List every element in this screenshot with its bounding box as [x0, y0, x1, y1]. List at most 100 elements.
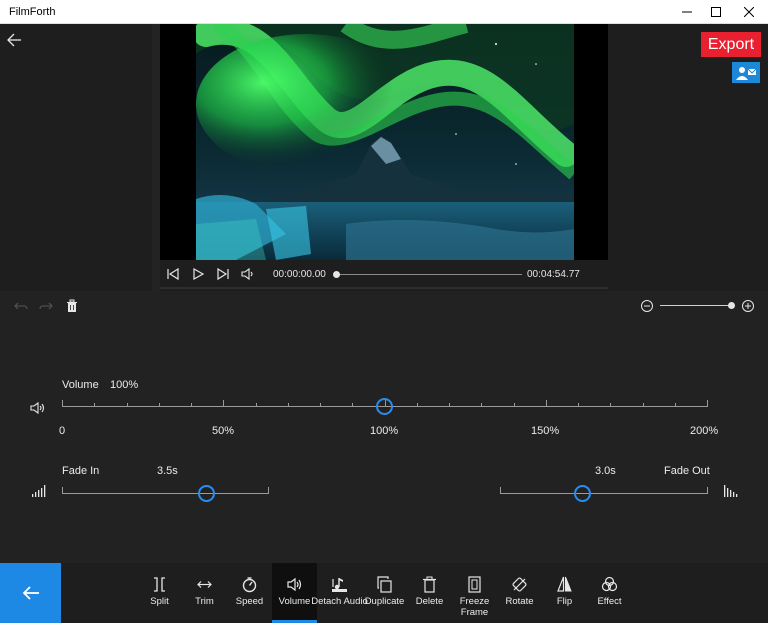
effect-icon [601, 576, 618, 592]
volume-tick-mark [481, 403, 482, 407]
video-frame [196, 24, 574, 260]
minimize-icon [682, 11, 692, 13]
skip-back-icon[interactable] [166, 267, 180, 281]
maximize-button[interactable] [702, 0, 730, 24]
zoom-in-icon[interactable] [741, 299, 755, 313]
fade-in-slider-track[interactable] [62, 493, 268, 494]
tool-duplicate[interactable]: Duplicate [362, 563, 407, 623]
volume-label: Volume [62, 379, 99, 391]
play-icon[interactable] [191, 267, 205, 281]
minimize-button[interactable] [673, 0, 701, 24]
window-title: FilmForth [9, 6, 56, 18]
volume-tick-50: 50% [212, 425, 235, 437]
volume-tick-150: 150% [531, 425, 560, 437]
video-preview[interactable] [160, 24, 608, 260]
back-arrow-icon [7, 33, 21, 47]
zoom-out-icon[interactable] [640, 299, 654, 313]
fade-out-value: 3.0s [595, 465, 616, 477]
flip-icon [557, 576, 572, 592]
volume-tick-200: 200% [690, 425, 719, 437]
volume-tick-mark [94, 403, 95, 407]
close-icon [744, 7, 754, 17]
seek-thumb[interactable] [333, 271, 340, 278]
trash-icon[interactable] [65, 299, 79, 313]
fade-in-icon [32, 485, 46, 497]
fade-in-label: Fade In [62, 465, 100, 477]
back-to-clips-button[interactable] [0, 563, 61, 623]
tool-flip[interactable]: Flip [542, 563, 587, 623]
tool-speed[interactable]: Speed [227, 563, 272, 623]
preview-side-strip [152, 24, 160, 291]
volume-tick-mark [417, 403, 418, 407]
tool-volume[interactable]: Volume [272, 563, 317, 623]
fade-in-start-cap [62, 487, 63, 494]
freeze-frame-icon [468, 576, 481, 593]
speaker-icon[interactable] [241, 267, 255, 281]
trash-icon [423, 576, 436, 593]
volume-icon [287, 577, 302, 592]
volume-tick-mark [675, 403, 676, 407]
fade-out-slider-knob[interactable] [574, 485, 591, 502]
trim-icon [197, 581, 212, 588]
aurora-landscape-image [196, 24, 574, 260]
filmforth-window: FilmForth Export 00:00:00.00 00:04:54.77… [0, 0, 768, 623]
back-button[interactable] [6, 32, 26, 48]
volume-tick-mark [449, 403, 450, 407]
maximize-icon [711, 7, 721, 17]
fade-out-end-cap [707, 487, 708, 494]
volume-tick-mark [62, 400, 63, 407]
volume-tick-mark [191, 403, 192, 407]
undo-icon[interactable] [14, 299, 28, 313]
tool-detach-audio[interactable]: Detach Audio [311, 563, 368, 623]
close-button[interactable] [735, 0, 763, 24]
fade-in-value: 3.5s [157, 465, 178, 477]
preview-area: Export 00:00:00.00 00:04:54.77 [0, 24, 768, 291]
fade-out-icon [724, 485, 738, 497]
volume-tick-mark [288, 403, 289, 407]
playback-controls: 00:00:00.00 00:04:54.77 [160, 260, 608, 289]
fade-out-start-cap [500, 487, 501, 494]
contact-button[interactable] [732, 62, 760, 83]
volume-tick-mark [610, 403, 611, 407]
split-icon [154, 577, 165, 592]
volume-tick-mark [352, 403, 353, 407]
zoom-slider[interactable] [660, 305, 732, 306]
seek-bar[interactable] [336, 274, 522, 275]
volume-tick-mark [256, 403, 257, 407]
total-time: 00:04:54.77 [527, 269, 580, 280]
fade-out-label: Fade Out [664, 465, 710, 477]
volume-tick-mark [707, 400, 708, 407]
tool-effect[interactable]: Effect [587, 563, 632, 623]
contact-mail-icon [736, 66, 757, 80]
tool-trim[interactable]: Trim [182, 563, 227, 623]
fade-out-slider-track[interactable] [500, 493, 707, 494]
fade-in-slider-knob[interactable] [198, 485, 215, 502]
volume-tick-mark [643, 403, 644, 407]
volume-value: 100% [110, 379, 139, 391]
speed-icon [242, 577, 257, 593]
edit-panel: Volume 100% 0 50% 100% 150% 200% Fade In… [0, 291, 768, 563]
duplicate-icon [377, 576, 392, 593]
volume-speaker-icon [30, 401, 45, 415]
tool-effect-label: Effect [597, 596, 622, 607]
volume-tick-0: 0 [59, 425, 66, 437]
export-button[interactable]: Export [701, 32, 761, 57]
volume-slider-knob[interactable] [376, 398, 393, 415]
volume-tick-mark [223, 400, 224, 407]
volume-tick-mark [159, 403, 160, 407]
volume-tick-100: 100% [370, 425, 399, 437]
zoom-slider-thumb[interactable] [728, 302, 735, 309]
volume-tick-mark [514, 403, 515, 407]
bottom-toolbar: Split Trim Speed Volume Detach Audio Dup… [0, 563, 768, 623]
rotate-icon [512, 577, 527, 592]
tool-freeze-frame[interactable]: Freeze Frame [452, 563, 497, 623]
fade-in-end-cap [268, 487, 269, 494]
volume-tick-mark [578, 403, 579, 407]
current-time: 00:00:00.00 [273, 269, 326, 280]
skip-forward-icon[interactable] [216, 267, 230, 281]
tool-split[interactable]: Split [137, 563, 182, 623]
redo-icon[interactable] [39, 299, 53, 313]
tool-rotate[interactable]: Rotate [497, 563, 542, 623]
title-bar: FilmForth [0, 0, 768, 24]
volume-tick-mark [320, 403, 321, 407]
